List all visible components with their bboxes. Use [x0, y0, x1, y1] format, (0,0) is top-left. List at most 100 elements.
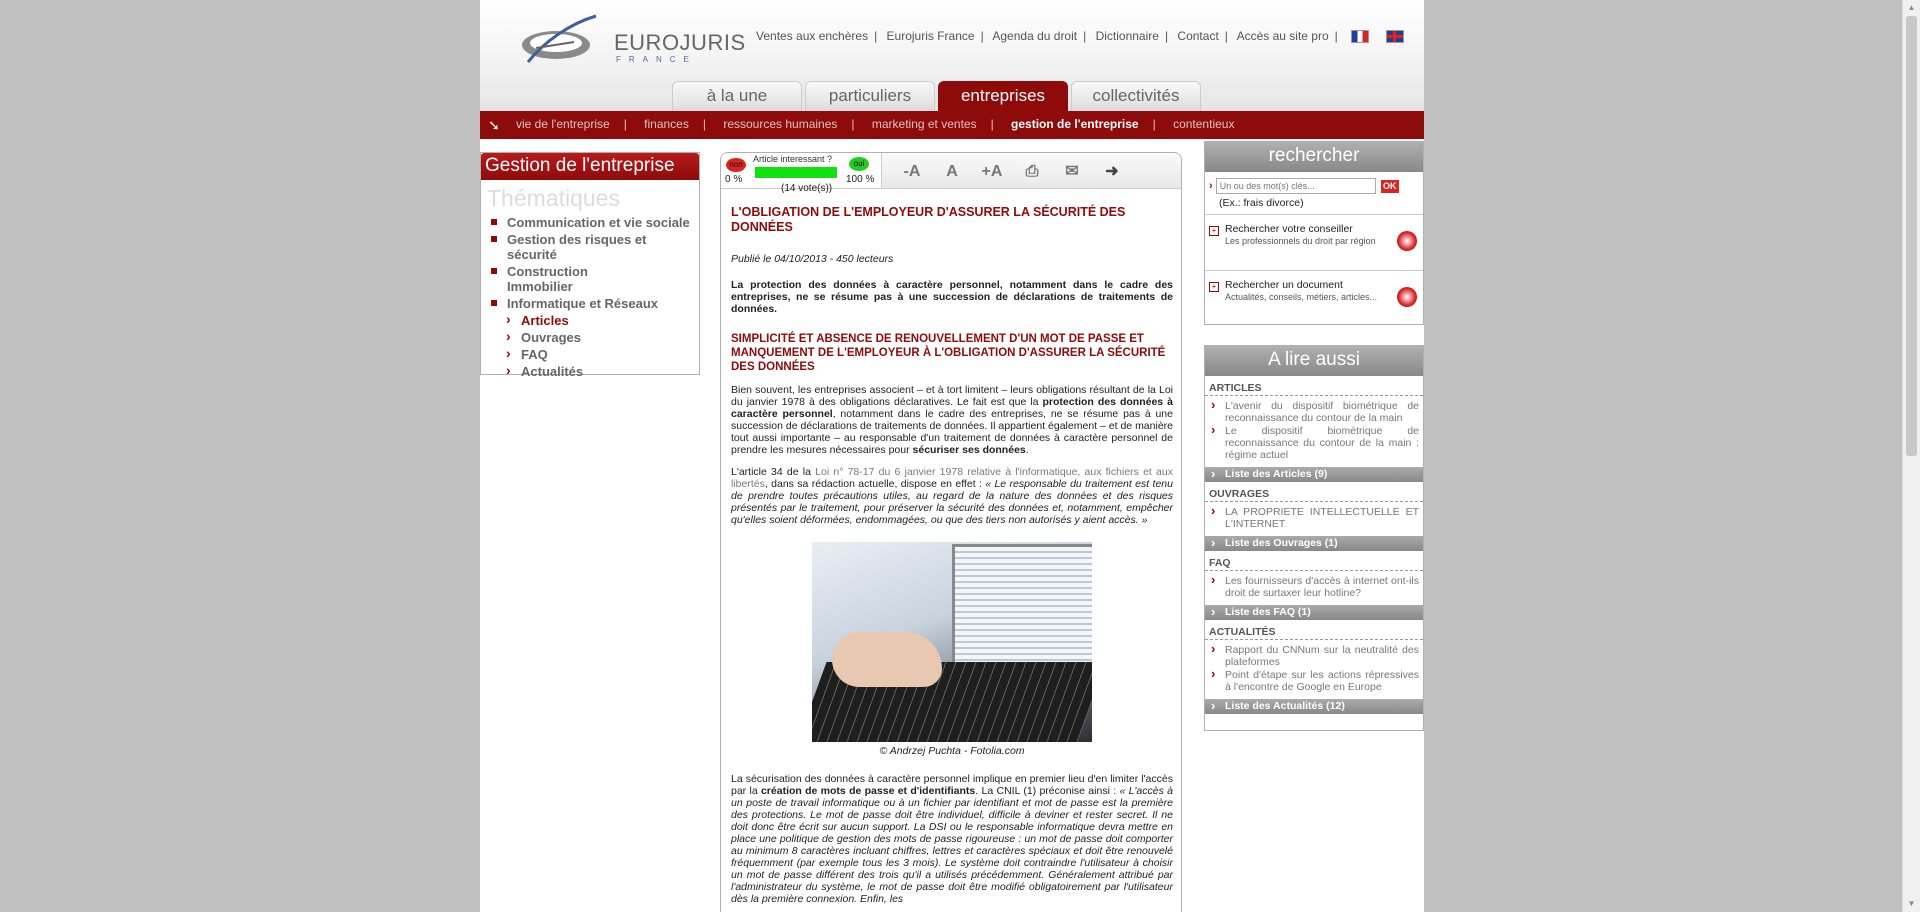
- page-scrollbar[interactable]: ▲ ▼: [1902, 0, 1920, 912]
- subnav-marketing[interactable]: marketing et ventes: [872, 117, 977, 131]
- article-body: L'OBLIGATION DE L'EMPLOYEUR D'ASSURER LA…: [731, 205, 1173, 905]
- faq-label: FAQ: [1205, 551, 1423, 571]
- magnifier-icon: [1397, 287, 1417, 307]
- section-title: Gestion de l'entreprise: [481, 153, 699, 180]
- tab-collectivites[interactable]: collectivités: [1071, 81, 1201, 111]
- subnav-finances[interactable]: finances: [644, 117, 689, 131]
- header: EUROJURIS FRANCE Ventes aux enchères | Eu…: [480, 0, 1424, 111]
- vote-count: (14 vote(s)): [781, 183, 833, 194]
- read-also-heading: A lire aussi: [1205, 346, 1423, 376]
- logo-text: EUROJURIS: [614, 30, 746, 55]
- related-actu-2[interactable]: Point d'étape sur les actions répressive…: [1205, 668, 1423, 693]
- related-faq-1[interactable]: Les fournisseurs d'accès à internet ont-…: [1205, 574, 1423, 599]
- topnav-agenda[interactable]: Agenda du droit: [992, 29, 1077, 43]
- top-navigation: Ventes aux enchères | Eurojuris France | A…: [756, 29, 1408, 44]
- vote-question: Article interessant ?: [753, 154, 833, 164]
- article-paragraph-1: Bien souvent, les entreprises associent …: [731, 384, 1173, 456]
- thematique-construction[interactable]: Construction Immobilier: [491, 264, 588, 294]
- find-advisor-title: Rechercher votre conseiller: [1225, 223, 1353, 235]
- vote-progress-fill: [755, 167, 837, 178]
- plus-icon: +: [1209, 282, 1219, 292]
- print-icon[interactable]: ⎙: [1017, 159, 1047, 185]
- article-title: L'OBLIGATION DE L'EMPLOYEUR D'ASSURER LA…: [731, 205, 1126, 234]
- subitem-actualites[interactable]: Actualités: [491, 363, 699, 379]
- article-meta: Publié le 04/10/2013 - 450 lecteurs: [731, 253, 894, 265]
- related-actu-1[interactable]: Rapport du CNNum sur la neutralité des p…: [1205, 643, 1423, 668]
- scroll-down-icon[interactable]: ▼: [1903, 896, 1920, 912]
- thematique-gestion-risques[interactable]: Gestion des risques et sécurité: [491, 232, 699, 262]
- vote-progress: [755, 167, 837, 178]
- vote-no-percent: 0 %: [725, 174, 743, 185]
- related-article-1[interactable]: L'avenir du dispositif biométrique de re…: [1205, 399, 1423, 424]
- find-document-link[interactable]: + Rechercher un document Actualités, con…: [1205, 270, 1423, 317]
- articles-label: ARTICLES: [1205, 376, 1423, 396]
- thematiques-panel: Gestion de l'entreprise Thématiques Comm…: [480, 152, 700, 379]
- english-flag-icon[interactable]: [1386, 30, 1405, 44]
- faq-list-link[interactable]: Liste des FAQ (1): [1205, 605, 1423, 620]
- actualites-label: ACTUALITÉS: [1205, 620, 1423, 640]
- article-panel: non Article interessant ? oui 0 % 100 % …: [720, 152, 1182, 912]
- subnav-gestion-entreprise[interactable]: gestion de l'entreprise: [1011, 117, 1139, 131]
- ouvrages-label: OUVRAGES: [1205, 482, 1423, 502]
- search-ok-button[interactable]: OK: [1380, 179, 1399, 193]
- vote-yes-button[interactable]: oui: [849, 157, 869, 171]
- article-subheading: SIMPLICITÉ ET ABSENCE DE RENOUVELLEMENT …: [731, 333, 1166, 373]
- vote-yes-percent: 100 %: [846, 174, 875, 185]
- text-larger-icon[interactable]: +A: [977, 159, 1007, 185]
- topnav-contact[interactable]: Contact: [1177, 29, 1218, 43]
- find-advisor-link[interactable]: + Rechercher votre conseiller Les profes…: [1205, 214, 1423, 261]
- thematiques-list: Communication et vie sociale Gestion des…: [491, 215, 699, 381]
- subnav-contentieux[interactable]: contentieux: [1173, 117, 1234, 131]
- scroll-thumb[interactable]: [1906, 16, 1917, 456]
- photo-caption: © Andrzej Puchta - Fotolia.com: [879, 745, 1025, 757]
- email-icon[interactable]: ✉: [1057, 159, 1087, 185]
- article-lead: La protection des données à caractère pe…: [731, 279, 1173, 315]
- ouvrages-list-link[interactable]: Liste des Ouvrages (1): [1205, 536, 1423, 551]
- search-input[interactable]: [1215, 178, 1376, 194]
- search-heading: rechercher: [1205, 142, 1423, 172]
- subitem-articles[interactable]: Articles: [491, 312, 699, 328]
- share-arrow-icon[interactable]: ➜: [1097, 159, 1127, 185]
- chevron-right-icon: ›: [1209, 180, 1213, 192]
- subnav-vie-entreprise[interactable]: vie de l'entreprise: [516, 117, 610, 131]
- search-example: (Ex.: frais divorce): [1219, 197, 1304, 209]
- article-paragraph-2: L'article 34 de la Loi n° 78-17 du 6 jan…: [731, 466, 1173, 526]
- subitem-ouvrages[interactable]: Ouvrages: [491, 329, 699, 345]
- actualites-list-link[interactable]: Liste des Actualités (12): [1205, 699, 1423, 714]
- thematique-informatique[interactable]: Informatique et Réseaux: [491, 296, 699, 311]
- thematiques-heading: Thématiques: [487, 185, 620, 211]
- text-default-icon[interactable]: A: [937, 159, 967, 185]
- article-paragraph-3: La sécurisation des données à caractère …: [731, 773, 1174, 905]
- sub-navigation: ➘ vie de l'entreprise | finances | ressour…: [480, 111, 1424, 139]
- tab-entreprises[interactable]: entreprises: [938, 81, 1068, 111]
- tab-a-la-une[interactable]: à la une: [672, 81, 802, 111]
- related-ouvrage-1[interactable]: LA PROPRIETE INTELLECTUELLE ET L'INTERNE…: [1205, 505, 1423, 530]
- topnav-ventes[interactable]: Ventes aux enchères: [756, 29, 868, 43]
- tab-particuliers[interactable]: particuliers: [805, 81, 935, 111]
- arrow-down-right-icon: ➘: [488, 117, 500, 133]
- thematique-communication[interactable]: Communication et vie sociale: [491, 215, 699, 230]
- topnav-acces-pro[interactable]: Accès au site pro: [1237, 29, 1329, 43]
- page: EUROJURIS FRANCE Ventes aux enchères | Eu…: [480, 0, 1424, 912]
- subitem-faq[interactable]: FAQ: [491, 346, 699, 362]
- vote-no-button[interactable]: non: [726, 158, 746, 172]
- search-panel: rechercher › OK (Ex.: frais divorce) + R…: [1204, 141, 1424, 325]
- text-smaller-icon[interactable]: -A: [897, 159, 927, 185]
- logo-emblem-icon: [522, 14, 597, 63]
- find-document-desc: Actualités, conseils, métiers, articles.…: [1225, 292, 1378, 302]
- vote-widget: non Article interessant ? oui 0 % 100 % …: [721, 153, 882, 194]
- logo[interactable]: EUROJURIS FRANCE: [514, 12, 745, 72]
- topnav-dictionnaire[interactable]: Dictionnaire: [1096, 29, 1159, 43]
- scroll-up-icon[interactable]: ▲: [1903, 0, 1920, 16]
- french-flag-icon[interactable]: [1351, 30, 1370, 44]
- map-pin-icon: [1397, 231, 1417, 251]
- subnav-ressources-humaines[interactable]: ressources humaines: [723, 117, 837, 131]
- article-toolbar: non Article interessant ? oui 0 % 100 % …: [721, 153, 1181, 194]
- articles-list-link[interactable]: Liste des Articles (9): [1205, 467, 1423, 482]
- logo-subtitle: FRANCE: [616, 55, 697, 64]
- find-document-title: Rechercher un document: [1225, 279, 1343, 291]
- related-article-2[interactable]: Le dispositif biométrique de reconnaissa…: [1205, 424, 1423, 461]
- plus-icon: +: [1209, 226, 1219, 236]
- read-also-panel: A lire aussi ARTICLES L'avenir du dispos…: [1204, 345, 1424, 731]
- topnav-eurojuris-france[interactable]: Eurojuris France: [887, 29, 975, 43]
